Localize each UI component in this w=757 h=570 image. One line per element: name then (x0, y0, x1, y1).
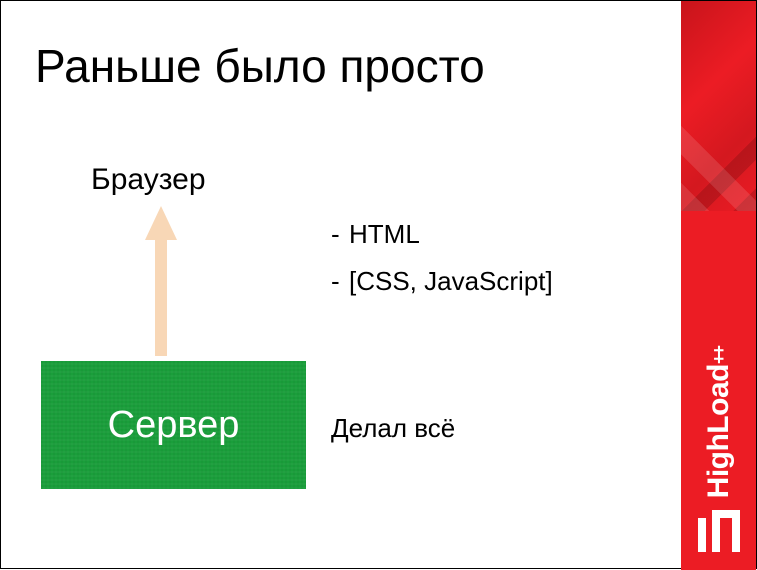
bullet-text: [CSS, JavaScript] (349, 266, 553, 296)
brand-text: HighLoad++ (702, 347, 736, 498)
brand-mark-icon (698, 510, 740, 552)
sidebar-pattern (681, 1, 756, 211)
slide: Раньше было просто Браузер Сервер -HTML … (0, 0, 757, 569)
server-box: Сервер (41, 361, 306, 489)
list-item: -[CSS, JavaScript] (331, 266, 553, 297)
sidebar: HighLoad++ (681, 1, 756, 570)
list-item: -HTML (331, 219, 553, 250)
bullet-list: -HTML -[CSS, JavaScript] (331, 219, 553, 313)
brand-logo: HighLoad++ (681, 240, 756, 570)
arrow-up-icon (145, 206, 177, 356)
server-label: Сервер (108, 404, 240, 447)
server-caption: Делал всё (331, 413, 455, 444)
slide-title: Раньше было просто (35, 39, 485, 93)
browser-label: Браузер (91, 163, 206, 197)
bullet-text: HTML (349, 219, 420, 249)
